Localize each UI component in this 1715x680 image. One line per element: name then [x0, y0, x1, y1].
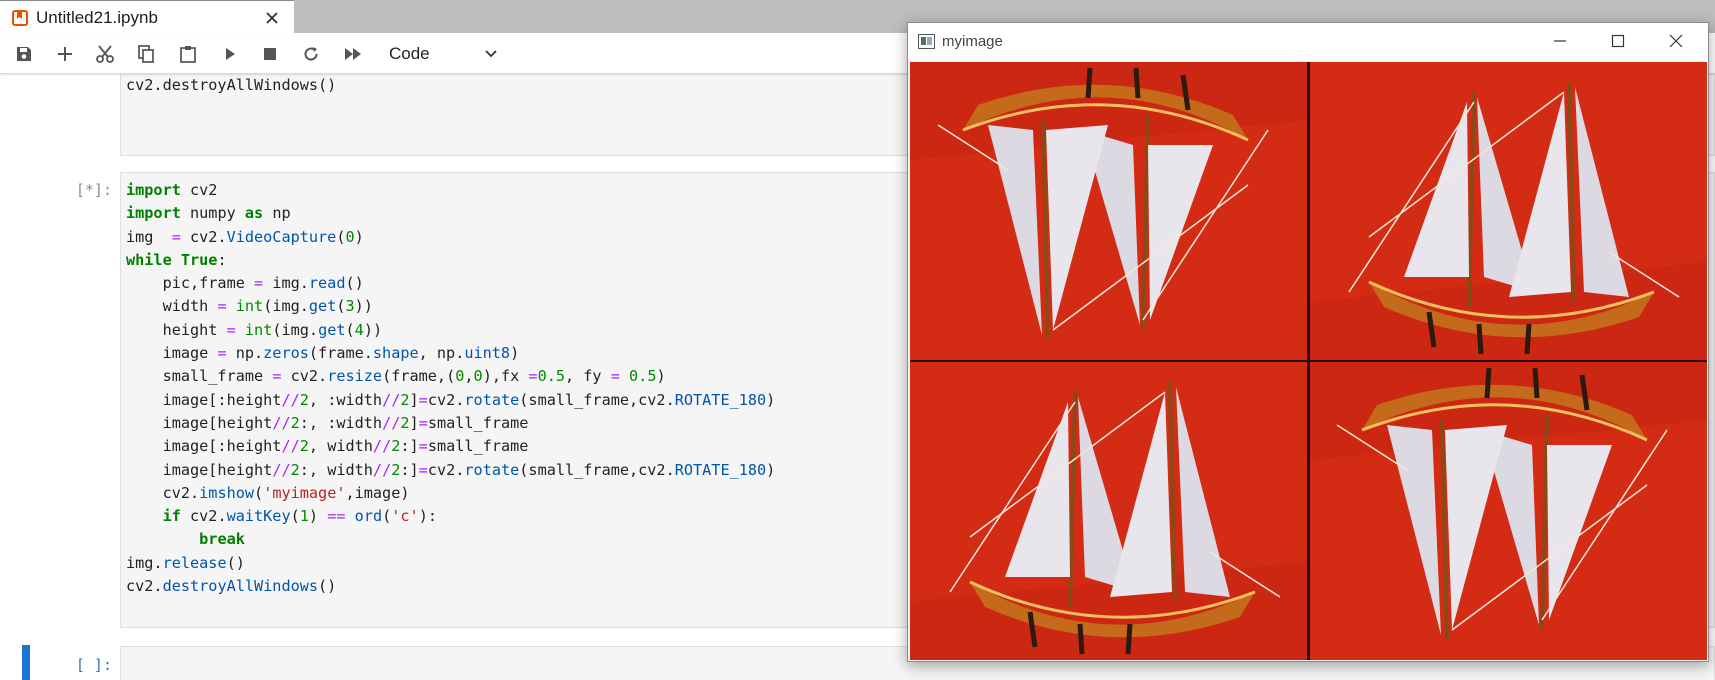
ship-quadrant	[910, 362, 1308, 660]
opencv-window[interactable]: myimage	[907, 22, 1709, 662]
ship-quadrant	[1309, 62, 1707, 360]
cell-type-label: Code	[389, 44, 430, 63]
camera-image	[910, 62, 1707, 660]
copy-icon[interactable]	[136, 44, 156, 64]
code-cell-text: import cv2 import numpy as np img = cv2.…	[126, 181, 776, 596]
code-cell-text: cv2.destroyAllWindows()	[126, 76, 337, 94]
window-titlebar[interactable]: myimage	[908, 23, 1708, 61]
minimize-icon[interactable]	[1551, 32, 1569, 50]
notebook-icon	[12, 10, 28, 26]
cell-prompt: [*]:	[75, 181, 112, 199]
chevron-down-icon	[485, 50, 497, 58]
cell-prompt: [ ]:	[75, 656, 112, 674]
stop-icon[interactable]	[260, 44, 280, 64]
close-icon[interactable]	[1667, 32, 1685, 50]
save-icon[interactable]	[14, 44, 34, 64]
ship-quadrant-rotated	[1309, 362, 1707, 660]
quadrant-divider	[910, 360, 1707, 362]
tab-notebook[interactable]: Untitled21.ipynb	[0, 0, 294, 35]
active-cell-indicator	[22, 645, 30, 680]
close-icon[interactable]	[264, 10, 280, 26]
cell-type-dropdown[interactable]: Code	[389, 42, 499, 66]
cut-icon[interactable]	[95, 44, 115, 64]
tab-title: Untitled21.ipynb	[36, 8, 158, 27]
image-window-icon	[918, 34, 935, 49]
window-title: myimage	[942, 33, 1003, 50]
maximize-icon[interactable]	[1609, 32, 1627, 50]
run-icon[interactable]	[220, 44, 240, 64]
ship-quadrant-rotated	[910, 62, 1308, 360]
restart-icon[interactable]	[301, 44, 321, 64]
run-all-icon[interactable]	[343, 44, 363, 64]
add-icon[interactable]	[55, 44, 75, 64]
paste-icon[interactable]	[178, 44, 198, 64]
